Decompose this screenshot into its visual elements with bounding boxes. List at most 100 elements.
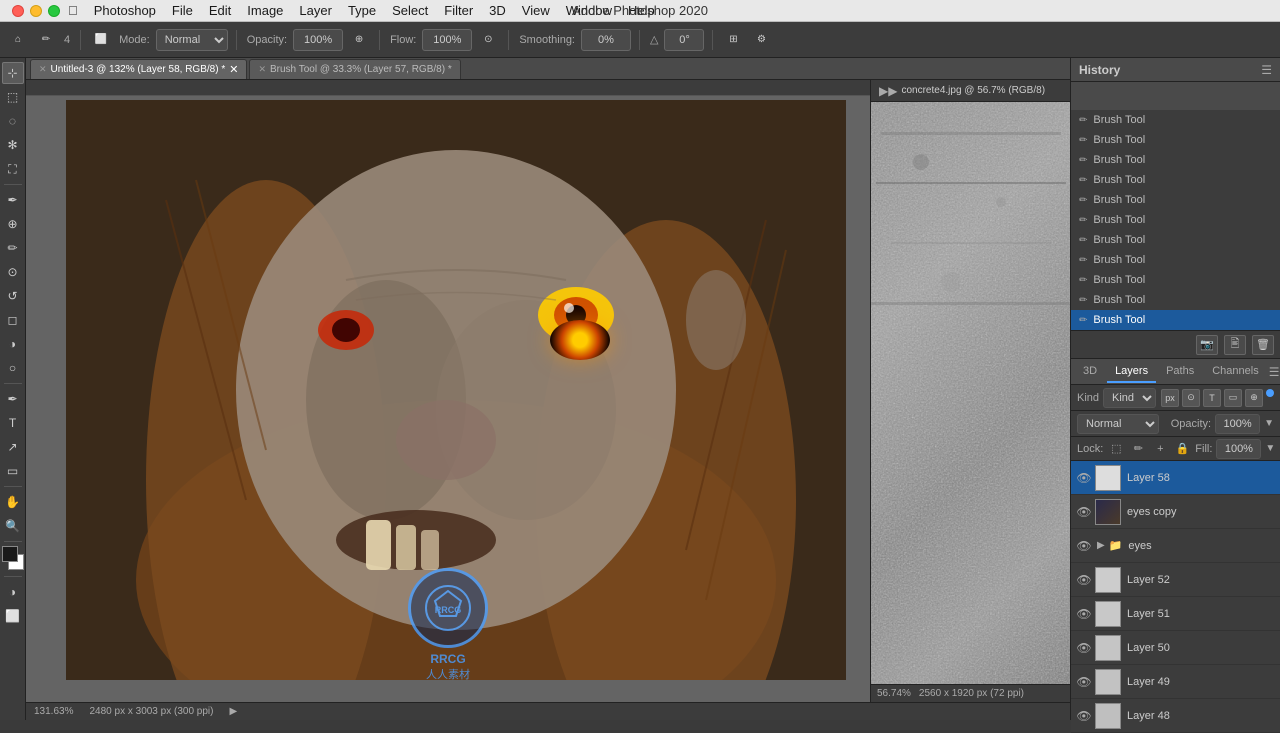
secondary-doc-expand[interactable]: ▶▶ — [879, 84, 897, 98]
minimize-button[interactable] — [30, 5, 42, 17]
fill-input[interactable] — [1216, 439, 1261, 459]
zoom-tool[interactable]: 🔍 — [2, 515, 24, 537]
angle-input[interactable] — [664, 29, 704, 51]
tab-3d[interactable]: 3D — [1075, 361, 1105, 383]
layers-panel-options[interactable]: ☰ — [1269, 365, 1280, 379]
layer-item-58[interactable]: 👁 Layer 58 — [1071, 461, 1280, 495]
filter-pixel-btn[interactable]: px — [1161, 389, 1179, 407]
blend-mode-select[interactable]: Normal Dissolve Multiply Screen — [1077, 414, 1159, 434]
eraser-tool[interactable]: ◻ — [2, 309, 24, 331]
tab-layers[interactable]: Layers — [1107, 361, 1156, 383]
eyedropper-tool[interactable]: ✒ — [2, 189, 24, 211]
filter-kind-select[interactable]: Kind — [1103, 388, 1156, 408]
layer-eyes-copy-visibility[interactable]: 👁 — [1077, 505, 1091, 519]
history-delete-btn[interactable]: 🗑 — [1252, 335, 1274, 355]
filter-smart-btn[interactable]: ⊕ — [1245, 389, 1263, 407]
lock-pixels-btn[interactable]: ⬚ — [1107, 440, 1125, 458]
doc-tab-2-close[interactable]: ✕ — [258, 64, 266, 75]
spot-heal-tool[interactable]: ⊕ — [2, 213, 24, 235]
layer-item-eyes[interactable]: 👁 ▶ 📁 eyes — [1071, 529, 1280, 563]
brush-preset-btn[interactable]: ⬜ — [89, 28, 113, 52]
status-arrow[interactable]: ▶ — [229, 706, 237, 717]
layer-52-visibility[interactable]: 👁 — [1077, 573, 1091, 587]
menu-select[interactable]: Select — [384, 3, 436, 18]
filter-shape-btn[interactable]: ▭ — [1224, 389, 1242, 407]
crop-tool[interactable]: ⛶ — [2, 158, 24, 180]
flow-input[interactable] — [422, 29, 472, 51]
menu-file[interactable]: File — [164, 3, 201, 18]
gradient-tool[interactable]: ◑ — [2, 333, 24, 355]
mode-select[interactable]: Normal Dissolve Multiply — [156, 29, 228, 51]
history-item-8[interactable]: ✏ Brush Tool — [1071, 270, 1280, 290]
history-item-2[interactable]: ✏ Brush Tool — [1071, 150, 1280, 170]
menu-photoshop[interactable]: Photoshop — [86, 3, 164, 18]
history-item-3[interactable]: ✏ Brush Tool — [1071, 170, 1280, 190]
filter-adjust-btn[interactable]: ⊙ — [1182, 389, 1200, 407]
opacity-input[interactable] — [1215, 414, 1260, 434]
history-item-6[interactable]: ✏ Brush Tool — [1071, 230, 1280, 250]
tab-paths[interactable]: Paths — [1158, 361, 1202, 383]
layer-item-eyes-copy[interactable]: 👁 eyes copy — [1071, 495, 1280, 529]
screen-mode-btn[interactable]: ⬜ — [2, 605, 24, 627]
brush-tool[interactable]: ✏ — [2, 237, 24, 259]
layer-item-48[interactable]: 👁 Layer 48 — [1071, 699, 1280, 733]
marquee-tool[interactable]: ⬚ — [2, 86, 24, 108]
fg-color-box[interactable] — [2, 546, 18, 562]
maximize-button[interactable] — [48, 5, 60, 17]
doc-tab-1[interactable]: ✕ Untitled-3 @ 132% (Layer 58, RGB/8) * … — [30, 59, 247, 79]
brush-tool-btn[interactable]: ✏ — [34, 28, 58, 52]
close-button[interactable] — [12, 5, 24, 17]
history-item-7[interactable]: ✏ Brush Tool — [1071, 250, 1280, 270]
layer-item-49[interactable]: 👁 Layer 49 — [1071, 665, 1280, 699]
shape-tool[interactable]: ▭ — [2, 460, 24, 482]
flow-icon[interactable]: ⊙ — [476, 28, 500, 52]
tab-channels[interactable]: Channels — [1204, 361, 1266, 383]
history-panel-header[interactable]: History ☰ — [1071, 58, 1280, 82]
opacity-input[interactable] — [293, 29, 343, 51]
smoothing-input[interactable] — [581, 29, 631, 51]
lasso-tool[interactable]: ◌ — [2, 110, 24, 132]
color-picker[interactable] — [2, 546, 24, 572]
layer-item-51[interactable]: 👁 Layer 51 — [1071, 597, 1280, 631]
history-brush-tool[interactable]: ↺ — [2, 285, 24, 307]
doc-tab-2[interactable]: ✕ Brush Tool @ 33.3% (Layer 57, RGB/8) * — [249, 59, 460, 79]
history-item-1[interactable]: ✏ Brush Tool — [1071, 130, 1280, 150]
menu-3d[interactable]: 3D — [481, 3, 514, 18]
history-new-doc-btn[interactable]: 🖹 — [1224, 335, 1246, 355]
opacity-down-arrow[interactable]: ▼ — [1264, 418, 1274, 429]
history-item-5[interactable]: ✏ Brush Tool — [1071, 210, 1280, 230]
home-button[interactable]: ⌂ — [6, 28, 30, 52]
layer-48-visibility[interactable]: 👁 — [1077, 709, 1091, 723]
secondary-canvas[interactable] — [871, 102, 1070, 684]
filter-type-btn[interactable]: T — [1203, 389, 1221, 407]
layer-58-visibility[interactable]: 👁 — [1077, 471, 1091, 485]
pen-tool[interactable]: ✒ — [2, 388, 24, 410]
history-new-snapshot-btn[interactable]: 📷 — [1196, 335, 1218, 355]
move-tool[interactable]: ⊹ — [2, 62, 24, 84]
doc-tab-1-close[interactable]: ✕ — [39, 64, 47, 75]
traffic-lights[interactable] — [12, 5, 60, 17]
path-select-tool[interactable]: ↗ — [2, 436, 24, 458]
menu-view[interactable]: View — [514, 3, 558, 18]
airbrush-btn[interactable]: ⊕ — [347, 28, 371, 52]
menu-image[interactable]: Image — [239, 3, 291, 18]
lock-all-btn[interactable]: 🔒 — [1173, 440, 1191, 458]
clone-tool[interactable]: ⊙ — [2, 261, 24, 283]
layer-50-visibility[interactable]: 👁 — [1077, 641, 1091, 655]
dodge-tool[interactable]: ○ — [2, 357, 24, 379]
quick-mask-btn[interactable]: ◑ — [2, 581, 24, 603]
layer-item-50[interactable]: 👁 Layer 50 — [1071, 631, 1280, 665]
menu-filter[interactable]: Filter — [436, 3, 481, 18]
menu-apple[interactable]:  — [60, 3, 86, 18]
layer-51-visibility[interactable]: 👁 — [1077, 607, 1091, 621]
fill-down-arrow[interactable]: ▼ — [1265, 443, 1275, 454]
lock-artboard-btn[interactable]: + — [1151, 440, 1169, 458]
layer-eyes-visibility[interactable]: 👁 — [1077, 539, 1091, 553]
history-item-9[interactable]: ✏ Brush Tool — [1071, 290, 1280, 310]
type-tool[interactable]: T — [2, 412, 24, 434]
history-item-0[interactable]: ✏ Brush Tool — [1071, 110, 1280, 130]
menu-layer[interactable]: Layer — [291, 3, 340, 18]
secondary-doc-tab[interactable]: ▶▶ concrete4.jpg @ 56.7% (RGB/8) — [871, 80, 1070, 102]
quick-select-tool[interactable]: ✻ — [2, 134, 24, 156]
menu-type[interactable]: Type — [340, 3, 384, 18]
